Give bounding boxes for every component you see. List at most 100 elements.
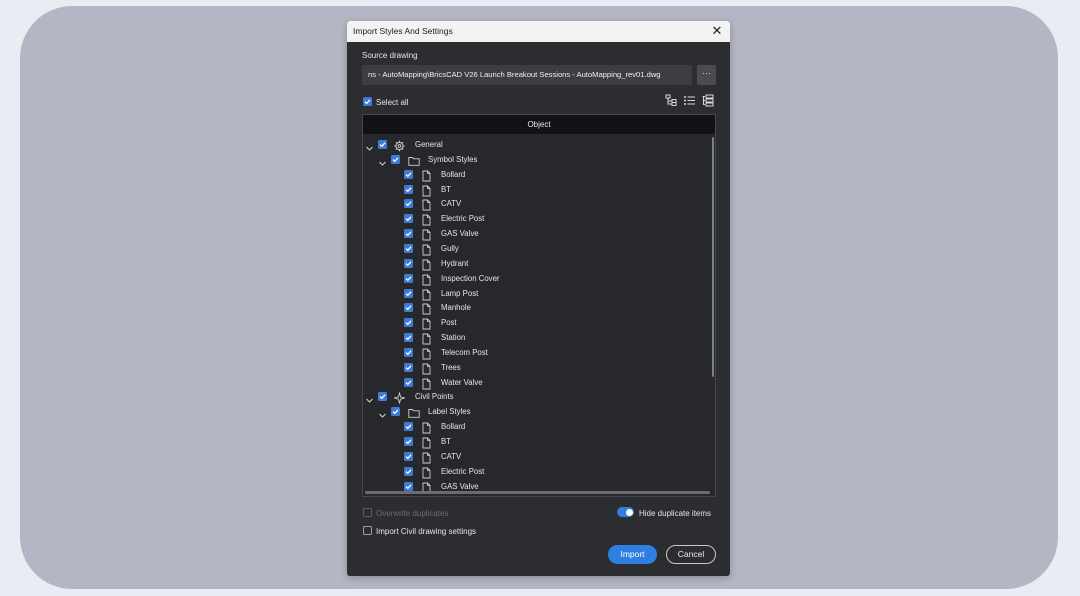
file-icon <box>421 184 432 196</box>
hide-duplicates-label: Hide duplicate items <box>639 509 712 518</box>
hierarchy-view-icon[interactable] <box>665 94 678 107</box>
tree-leaf-row[interactable]: Telecom Post <box>363 347 713 361</box>
tree-group-row[interactable]: Label Styles <box>363 406 713 420</box>
tree-item-label: Trees <box>441 362 461 372</box>
tree-item-checkbox[interactable] <box>391 154 400 164</box>
chevron-down-icon[interactable] <box>378 155 387 166</box>
tree-leaf-row[interactable]: GAS Valve <box>363 228 713 242</box>
tree-item-checkbox[interactable] <box>404 333 413 343</box>
vertical-scrollbar[interactable] <box>712 137 714 377</box>
tree-leaf-row[interactable]: Gully <box>363 243 713 257</box>
tree-item-label: GAS Valve <box>441 229 479 239</box>
tree-item-checkbox[interactable] <box>404 377 413 387</box>
tree-item-label: Post <box>441 318 457 328</box>
select-all-checkbox[interactable] <box>363 97 372 106</box>
import-civil-settings-checkbox[interactable] <box>363 526 372 535</box>
file-icon <box>421 362 432 375</box>
tree-leaf-row[interactable]: Lamp Post <box>363 288 713 302</box>
tree-leaf-row[interactable]: Electric Post <box>363 466 713 480</box>
tree-item-checkbox[interactable] <box>404 169 413 179</box>
tree-item-checkbox[interactable] <box>378 140 387 149</box>
chevron-down-icon[interactable] <box>365 140 374 151</box>
tree-group-row[interactable]: General <box>363 139 713 153</box>
list-view-icon[interactable] <box>683 94 696 107</box>
tree-leaf-row[interactable]: Post <box>363 317 713 331</box>
tree-item-checkbox[interactable] <box>404 273 413 283</box>
chevron-down-icon[interactable] <box>378 407 387 419</box>
close-icon[interactable]: ✕ <box>710 23 724 39</box>
tree-item-checkbox[interactable] <box>404 258 413 268</box>
tree-item-label: GAS Valve <box>441 481 479 491</box>
file-icon <box>421 213 432 226</box>
tree-leaf-row[interactable]: Electric Post <box>363 213 713 227</box>
tree-item-checkbox[interactable] <box>404 362 413 372</box>
file-icon <box>421 273 432 286</box>
tree-item-label: CATV <box>441 199 462 209</box>
tree-item-checkbox[interactable] <box>404 422 413 432</box>
tree-leaf-row[interactable]: Hydrant <box>363 258 713 272</box>
browse-button[interactable]: ··· <box>697 65 716 85</box>
file-icon <box>421 228 432 241</box>
cancel-button[interactable]: Cancel <box>666 545 716 564</box>
tree-item-label: Water Valve <box>441 377 483 387</box>
tree-leaf-row[interactable]: BT <box>363 184 713 198</box>
tree-item-checkbox[interactable] <box>404 437 413 446</box>
tree-leaf-row[interactable]: Trees <box>363 362 713 376</box>
file-icon <box>421 451 432 464</box>
tree-group-row[interactable]: Civil Points <box>363 391 713 406</box>
tree-item-label: Symbol Styles <box>428 154 478 164</box>
tree-item-label: Gully <box>441 243 459 253</box>
tree-item-checkbox[interactable] <box>404 466 413 476</box>
tree-item-checkbox[interactable] <box>404 199 413 209</box>
tree-item-checkbox[interactable] <box>404 347 413 357</box>
tree-item-label: General <box>415 140 443 149</box>
tree-item-checkbox[interactable] <box>404 288 413 298</box>
file-icon <box>421 258 432 271</box>
tree-item-checkbox[interactable] <box>404 184 413 194</box>
tree-leaf-row[interactable]: Inspection Cover <box>363 273 713 287</box>
source-drawing-field[interactable]: ns - AutoMapping\BricsCAD V26 Launch Bre… <box>362 65 692 85</box>
tree-item-label: Bollard <box>441 169 466 179</box>
tree-item-checkbox[interactable] <box>404 451 413 461</box>
tree-item-label: Label Styles <box>428 407 471 417</box>
tree-item-label: Civil Points <box>415 392 454 402</box>
tree-leaf-row[interactable]: Bollard <box>363 421 713 435</box>
tree-leaf-row[interactable]: Manhole <box>363 302 713 316</box>
gear-icon <box>394 139 405 152</box>
tree-item-checkbox[interactable] <box>378 392 387 402</box>
overwrite-duplicates-checkbox[interactable] <box>363 508 372 517</box>
tree-leaf-row[interactable]: CATV <box>363 451 713 465</box>
object-column-header: Object <box>363 115 715 134</box>
hide-duplicates-toggle[interactable] <box>617 507 634 517</box>
file-icon <box>421 243 432 256</box>
tree-leaf-row[interactable]: CATV <box>363 198 713 212</box>
tree-item-checkbox[interactable] <box>404 303 413 313</box>
object-tree[interactable]: Object General Symbol Styles Bollard BT CATV… <box>362 114 716 497</box>
horizontal-scrollbar[interactable] <box>365 491 710 494</box>
file-icon <box>421 421 432 434</box>
tree-leaf-row[interactable]: BT <box>363 436 713 450</box>
tree-item-checkbox[interactable] <box>404 318 413 328</box>
tree-item-checkbox[interactable] <box>391 407 400 417</box>
tree-item-checkbox[interactable] <box>404 481 413 491</box>
file-icon <box>421 169 432 182</box>
tree-item-checkbox[interactable] <box>404 229 413 239</box>
tree-view-icon[interactable] <box>701 94 714 107</box>
import-civil-settings-label: Import Civil drawing settings <box>376 527 477 536</box>
tree-item-label: Lamp Post <box>441 288 479 298</box>
tree-leaf-row[interactable]: Bollard <box>363 169 713 183</box>
tree-item-label: CATV <box>441 451 462 461</box>
chevron-down-icon[interactable] <box>365 392 374 404</box>
tree-item-label: BT <box>441 437 451 446</box>
tree-item-checkbox[interactable] <box>404 243 413 253</box>
tree-leaf-row[interactable]: Station <box>363 332 713 346</box>
dialog-title: Import Styles And Settings <box>353 26 453 36</box>
import-button[interactable]: Import <box>608 545 657 564</box>
tree-item-label: Electric Post <box>441 466 485 476</box>
tree-item-checkbox[interactable] <box>404 214 413 224</box>
tree-leaf-row[interactable]: Water Valve <box>363 377 713 391</box>
file-icon <box>421 332 432 345</box>
tree-group-row[interactable]: Symbol Styles <box>363 154 713 168</box>
tree-item-label: Manhole <box>441 303 471 313</box>
tree-item-label: Telecom Post <box>441 347 488 357</box>
